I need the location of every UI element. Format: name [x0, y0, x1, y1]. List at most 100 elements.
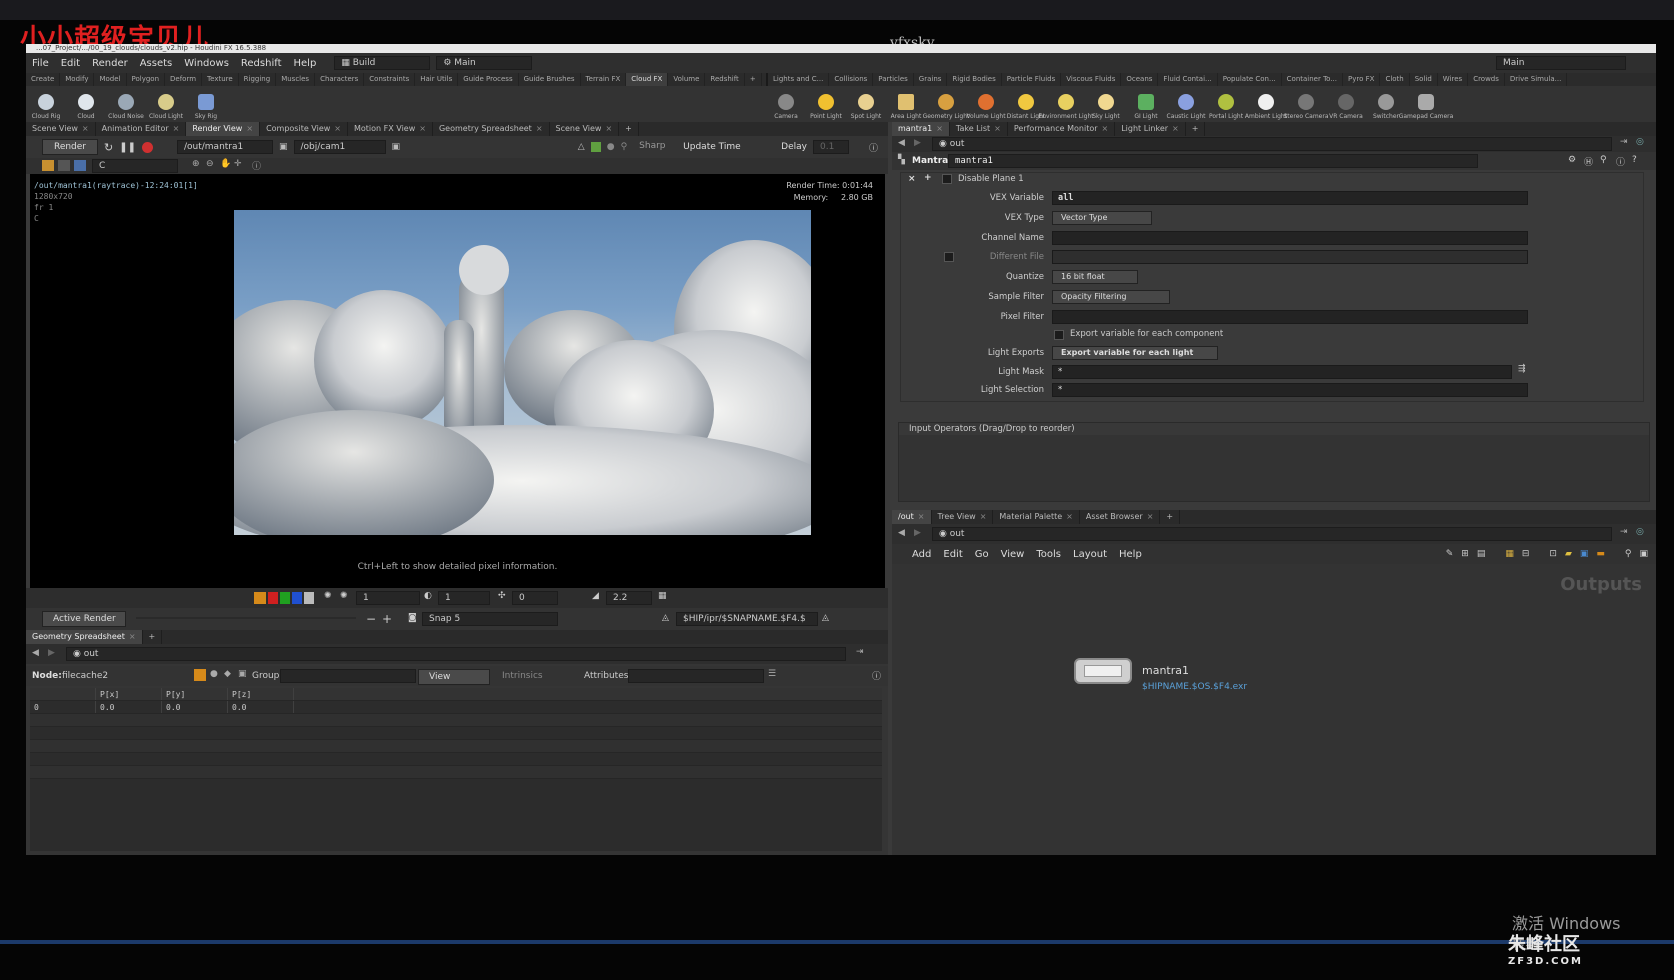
- shelf-tab-volume[interactable]: Volume: [668, 73, 706, 86]
- menu-redshift[interactable]: Redshift: [235, 58, 288, 69]
- list-icon[interactable]: ▤: [1477, 549, 1486, 559]
- main-combo[interactable]: ⚙ Main: [436, 56, 533, 70]
- layout-icon[interactable]: ⊟: [1522, 549, 1530, 559]
- back-arrow-icon[interactable]: ◀: [898, 138, 905, 148]
- vex-variable-field[interactable]: all: [1052, 191, 1528, 205]
- column-header[interactable]: P[z]: [228, 688, 294, 700]
- right-main-combo[interactable]: Main: [1496, 56, 1626, 70]
- tool-stereo-camera[interactable]: Stereo Camera: [1284, 86, 1329, 122]
- tool-cloud-light[interactable]: Cloud Light: [146, 86, 186, 122]
- layout-icon[interactable]: [58, 160, 70, 171]
- info-icon[interactable]: ⓘ: [1616, 155, 1625, 168]
- tab-render-view[interactable]: Render View ×: [186, 122, 261, 136]
- channel-alpha-icon[interactable]: [304, 592, 314, 604]
- light-exports-combo[interactable]: Export variable for each light: [1052, 346, 1218, 360]
- tool-environment-light[interactable]: Environment Light: [1038, 86, 1094, 122]
- shelf-tab-oceans[interactable]: Oceans: [1121, 73, 1159, 86]
- add-tab-icon[interactable]: +: [143, 630, 163, 644]
- delay-field[interactable]: 0.1: [812, 140, 849, 154]
- close-icon[interactable]: ×: [1172, 124, 1179, 133]
- network-menu-go[interactable]: Go: [969, 549, 995, 560]
- pin-icon[interactable]: ●: [607, 142, 615, 152]
- close-icon[interactable]: ×: [419, 124, 426, 133]
- channel-name-field[interactable]: [1052, 231, 1528, 245]
- menu-render[interactable]: Render: [86, 58, 134, 69]
- close-icon[interactable]: ×: [980, 512, 987, 521]
- shelf-tab-create[interactable]: Create: [26, 73, 61, 86]
- shelf-tab-hair-utils[interactable]: Hair Utils: [415, 73, 459, 86]
- close-icon[interactable]: ×: [334, 124, 341, 133]
- shelf-tab-model[interactable]: Model: [94, 73, 127, 86]
- shelf-tab-lights[interactable]: Lights and C...: [768, 73, 830, 86]
- vertices-icon[interactable]: ●: [210, 669, 218, 679]
- tab-motion-fx-view[interactable]: Motion FX View ×: [348, 122, 433, 136]
- triangle-icon[interactable]: △: [578, 142, 585, 152]
- minus-icon[interactable]: −: [366, 612, 376, 626]
- snapshot-slider[interactable]: [136, 617, 356, 619]
- pin-icon[interactable]: ⇥: [1620, 527, 1628, 537]
- tab-scene-view[interactable]: Scene View ×: [26, 122, 96, 136]
- shelf-tab-guide-brushes[interactable]: Guide Brushes: [519, 73, 581, 86]
- close-icon[interactable]: ×: [1066, 512, 1073, 521]
- tool-cloud-rig[interactable]: Cloud Rig: [26, 86, 66, 122]
- tab-material-palette[interactable]: Material Palette ×: [993, 510, 1080, 524]
- tool-sky-rig[interactable]: Sky Rig: [186, 86, 226, 122]
- tool-gi-light[interactable]: GI Light: [1126, 86, 1166, 122]
- menu-file[interactable]: File: [26, 58, 55, 69]
- tool-geometry-light[interactable]: Geometry Light: [923, 86, 969, 122]
- tab-mantra1[interactable]: mantra1 ×: [892, 122, 950, 136]
- shelf-tab-solid[interactable]: Solid: [1410, 73, 1438, 86]
- help-icon[interactable]: ?: [1632, 155, 1637, 165]
- shelf-tab-wires[interactable]: Wires: [1438, 73, 1469, 86]
- tool-gamepad-camera[interactable]: Gamepad Camera: [1399, 86, 1453, 122]
- tool-caustic-light[interactable]: Caustic Light: [1166, 86, 1206, 122]
- network-menu-help[interactable]: Help: [1113, 549, 1148, 560]
- param-path-field[interactable]: ◉ out: [932, 137, 1612, 151]
- close-icon[interactable]: ×: [536, 124, 543, 133]
- menu-assets[interactable]: Assets: [134, 58, 179, 69]
- menu-windows[interactable]: Windows: [178, 58, 235, 69]
- forward-arrow-icon[interactable]: ▶: [48, 648, 55, 658]
- group-field[interactable]: [280, 669, 416, 683]
- wrench-icon[interactable]: ✎: [1446, 549, 1454, 559]
- shelf-tab-redshift[interactable]: Redshift: [705, 73, 745, 86]
- plus-icon[interactable]: +: [382, 612, 392, 626]
- offset-field[interactable]: 0: [512, 591, 558, 605]
- shelf-tab-terrain-fx[interactable]: Terrain FX: [581, 73, 627, 86]
- shelf-tab-cloud-fx[interactable]: Cloud FX: [626, 73, 669, 86]
- back-arrow-icon[interactable]: ◀: [898, 528, 905, 538]
- back-arrow-icon[interactable]: ◀: [32, 648, 39, 658]
- sharp-combo[interactable]: Sharp: [633, 140, 677, 154]
- tab-scene-view-2[interactable]: Scene View ×: [550, 122, 620, 136]
- shelf-tab-constraints[interactable]: Constraints: [364, 73, 416, 86]
- gamma-field[interactable]: 2.2: [606, 591, 652, 605]
- snap-icon[interactable]: ⊡: [1549, 549, 1557, 559]
- close-icon[interactable]: ×: [129, 632, 136, 641]
- column-header[interactable]: [30, 688, 96, 700]
- add-tab-icon[interactable]: +: [619, 122, 639, 136]
- shelf-tab-viscous-fluids[interactable]: Viscous Fluids: [1061, 73, 1122, 86]
- stop-icon[interactable]: [141, 141, 153, 153]
- output-driver-combo[interactable]: /out/mantra1: [176, 140, 273, 154]
- network-menu-edit[interactable]: Edit: [937, 549, 968, 560]
- ipr-path-field[interactable]: $HIP/ipr/$SNAPNAME.$F4.$: [676, 612, 818, 626]
- vex-type-combo[interactable]: Vector Type: [1052, 211, 1152, 225]
- close-icon[interactable]: ×: [918, 512, 925, 521]
- tab-performance-monitor[interactable]: Performance Monitor ×: [1008, 122, 1116, 136]
- display-icon[interactable]: [74, 160, 86, 171]
- tool-volume-light[interactable]: Volume Light: [966, 86, 1006, 122]
- pause-icon[interactable]: ❚❚: [119, 142, 136, 153]
- pin-icon[interactable]: ⇥: [856, 647, 864, 657]
- tab-asset-browser[interactable]: Asset Browser ×: [1080, 510, 1161, 524]
- shelf-tab-fluid-containers[interactable]: Fluid Contai...: [1158, 73, 1218, 86]
- columns-icon[interactable]: ☰: [768, 669, 776, 679]
- tool-camera[interactable]: Camera: [766, 86, 806, 122]
- info-icon[interactable]: ⓘ: [252, 159, 261, 172]
- node-name-field[interactable]: mantra1: [948, 154, 1478, 168]
- screen-icon[interactable]: ▣: [1639, 549, 1648, 559]
- lut-icon[interactable]: ▦: [658, 591, 667, 601]
- mantra-node[interactable]: [1074, 658, 1132, 684]
- menu-help[interactable]: Help: [288, 58, 323, 69]
- tool-point-light[interactable]: Point Light: [806, 86, 846, 122]
- tool-vr-camera[interactable]: VR Camera: [1326, 86, 1366, 122]
